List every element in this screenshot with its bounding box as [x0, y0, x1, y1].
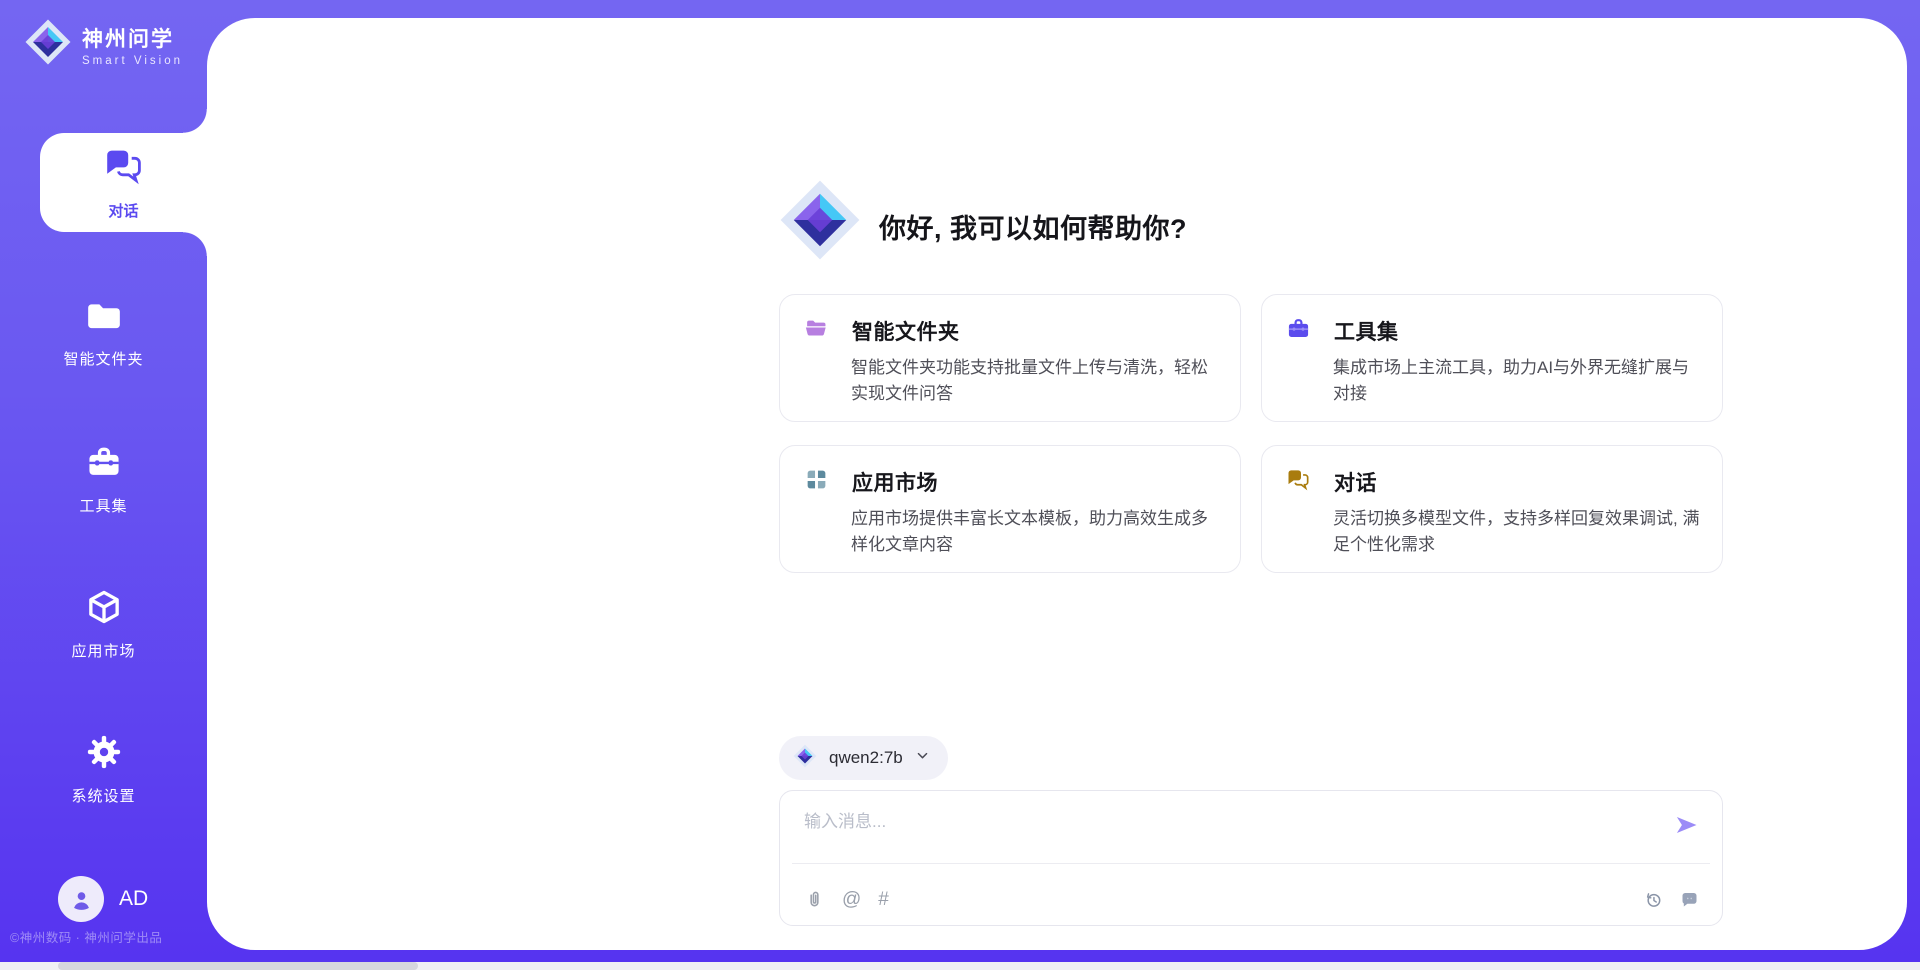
- horizontal-scrollbar-thumb[interactable]: [58, 962, 418, 970]
- card-title: 应用市场: [852, 467, 938, 497]
- model-logo: [793, 744, 817, 773]
- brand-gem-logo-large: [778, 178, 862, 267]
- card-description: 集成市场上主流工具，助力AI与外界无缝扩展与对接: [1333, 355, 1705, 406]
- feature-cards: 智能文件夹 智能文件夹功能支持批量文件上传与清洗，轻松实现文件问答: [779, 294, 1723, 573]
- gear-icon: [85, 733, 123, 776]
- toolbox-icon: [1286, 316, 1311, 346]
- toolbox-icon: [85, 443, 123, 486]
- message-input[interactable]: [804, 807, 1654, 853]
- user-account[interactable]: AD: [58, 876, 148, 922]
- sidebar-item-label: 工具集: [79, 495, 127, 516]
- card-toolset[interactable]: 工具集 集成市场上主流工具，助力AI与外界无缝扩展与对接: [1261, 294, 1723, 422]
- card-description: 应用市场提供丰富长文本模板，助力高效生成多样化文章内容: [851, 506, 1223, 557]
- app-window: 你好, 我可以如何帮助你? 智能文件夹 智能文件夹功能支持批量文件上传与清洗，轻…: [0, 0, 1920, 970]
- card-smart-folder[interactable]: 智能文件夹 智能文件夹功能支持批量文件上传与清洗，轻松实现文件问答: [779, 294, 1241, 422]
- active-tab-fillet-top: [183, 109, 207, 133]
- send-icon[interactable]: [1672, 811, 1700, 842]
- model-name: qwen2:7b: [829, 748, 903, 768]
- copyright-footer: ©神州数码 · 神州问学出品: [10, 927, 162, 946]
- sidebar-item-label: 系统设置: [71, 785, 135, 806]
- horizontal-scrollbar-track[interactable]: [0, 962, 1920, 970]
- brand-gem-icon: [24, 18, 72, 71]
- card-description: 智能文件夹功能支持批量文件上传与清洗，轻松实现文件问答: [851, 355, 1223, 406]
- chat-icon: [103, 145, 145, 192]
- model-selector[interactable]: qwen2:7b: [779, 736, 948, 780]
- chat-icon: [1286, 467, 1311, 497]
- history-icon[interactable]: [1643, 889, 1664, 910]
- card-app-market[interactable]: 应用市场 应用市场提供丰富长文本模板，助力高效生成多样化文章内容: [779, 445, 1241, 573]
- card-title: 对话: [1334, 467, 1377, 497]
- chevron-down-icon: [915, 748, 930, 768]
- folder-icon: [85, 296, 123, 339]
- sidebar-item-label: 智能文件夹: [63, 348, 143, 369]
- card-chat[interactable]: 对话 灵活切换多模型文件，支持多样回复效果调试, 满足个性化需求: [1261, 445, 1723, 573]
- avatar: [58, 876, 104, 922]
- active-tab-fillet-bottom: [183, 232, 207, 256]
- brand-logo: 神州问学 Smart Vision: [24, 18, 183, 71]
- sidebar-item-app-market[interactable]: 应用市场: [0, 588, 207, 660]
- message-composer: @ #: [779, 790, 1723, 926]
- brand-name: 神州问学: [82, 23, 183, 53]
- sidebar-item-toolset[interactable]: 工具集: [0, 443, 207, 515]
- sidebar-item-settings[interactable]: 系统设置: [0, 733, 207, 805]
- grid-icon: [804, 467, 829, 497]
- card-title: 工具集: [1334, 316, 1399, 346]
- card-title: 智能文件夹: [852, 316, 960, 346]
- hash-icon[interactable]: #: [878, 890, 889, 909]
- card-description: 灵活切换多模型文件，支持多样回复效果调试, 满足个性化需求: [1333, 506, 1705, 557]
- sidebar-item-chat[interactable]: 对话: [40, 133, 207, 232]
- cube-icon: [85, 588, 123, 631]
- sidebar-item-label: 对话: [108, 200, 138, 221]
- folder-open-icon: [804, 316, 829, 346]
- sidebar-item-smart-folder[interactable]: 智能文件夹: [0, 296, 207, 368]
- mention-icon[interactable]: @: [842, 890, 861, 909]
- main-content-panel: 你好, 我可以如何帮助你? 智能文件夹 智能文件夹功能支持批量文件上传与清洗，轻…: [207, 18, 1907, 950]
- chat-bubble-icon[interactable]: [1679, 889, 1700, 910]
- user-name: AD: [119, 887, 148, 911]
- brand-subtitle: Smart Vision: [82, 55, 183, 67]
- attachment-icon[interactable]: [804, 889, 825, 910]
- greeting-title: 你好, 我可以如何帮助你?: [879, 207, 1187, 246]
- sidebar-item-label: 应用市场: [71, 640, 135, 661]
- composer-divider: [792, 863, 1710, 864]
